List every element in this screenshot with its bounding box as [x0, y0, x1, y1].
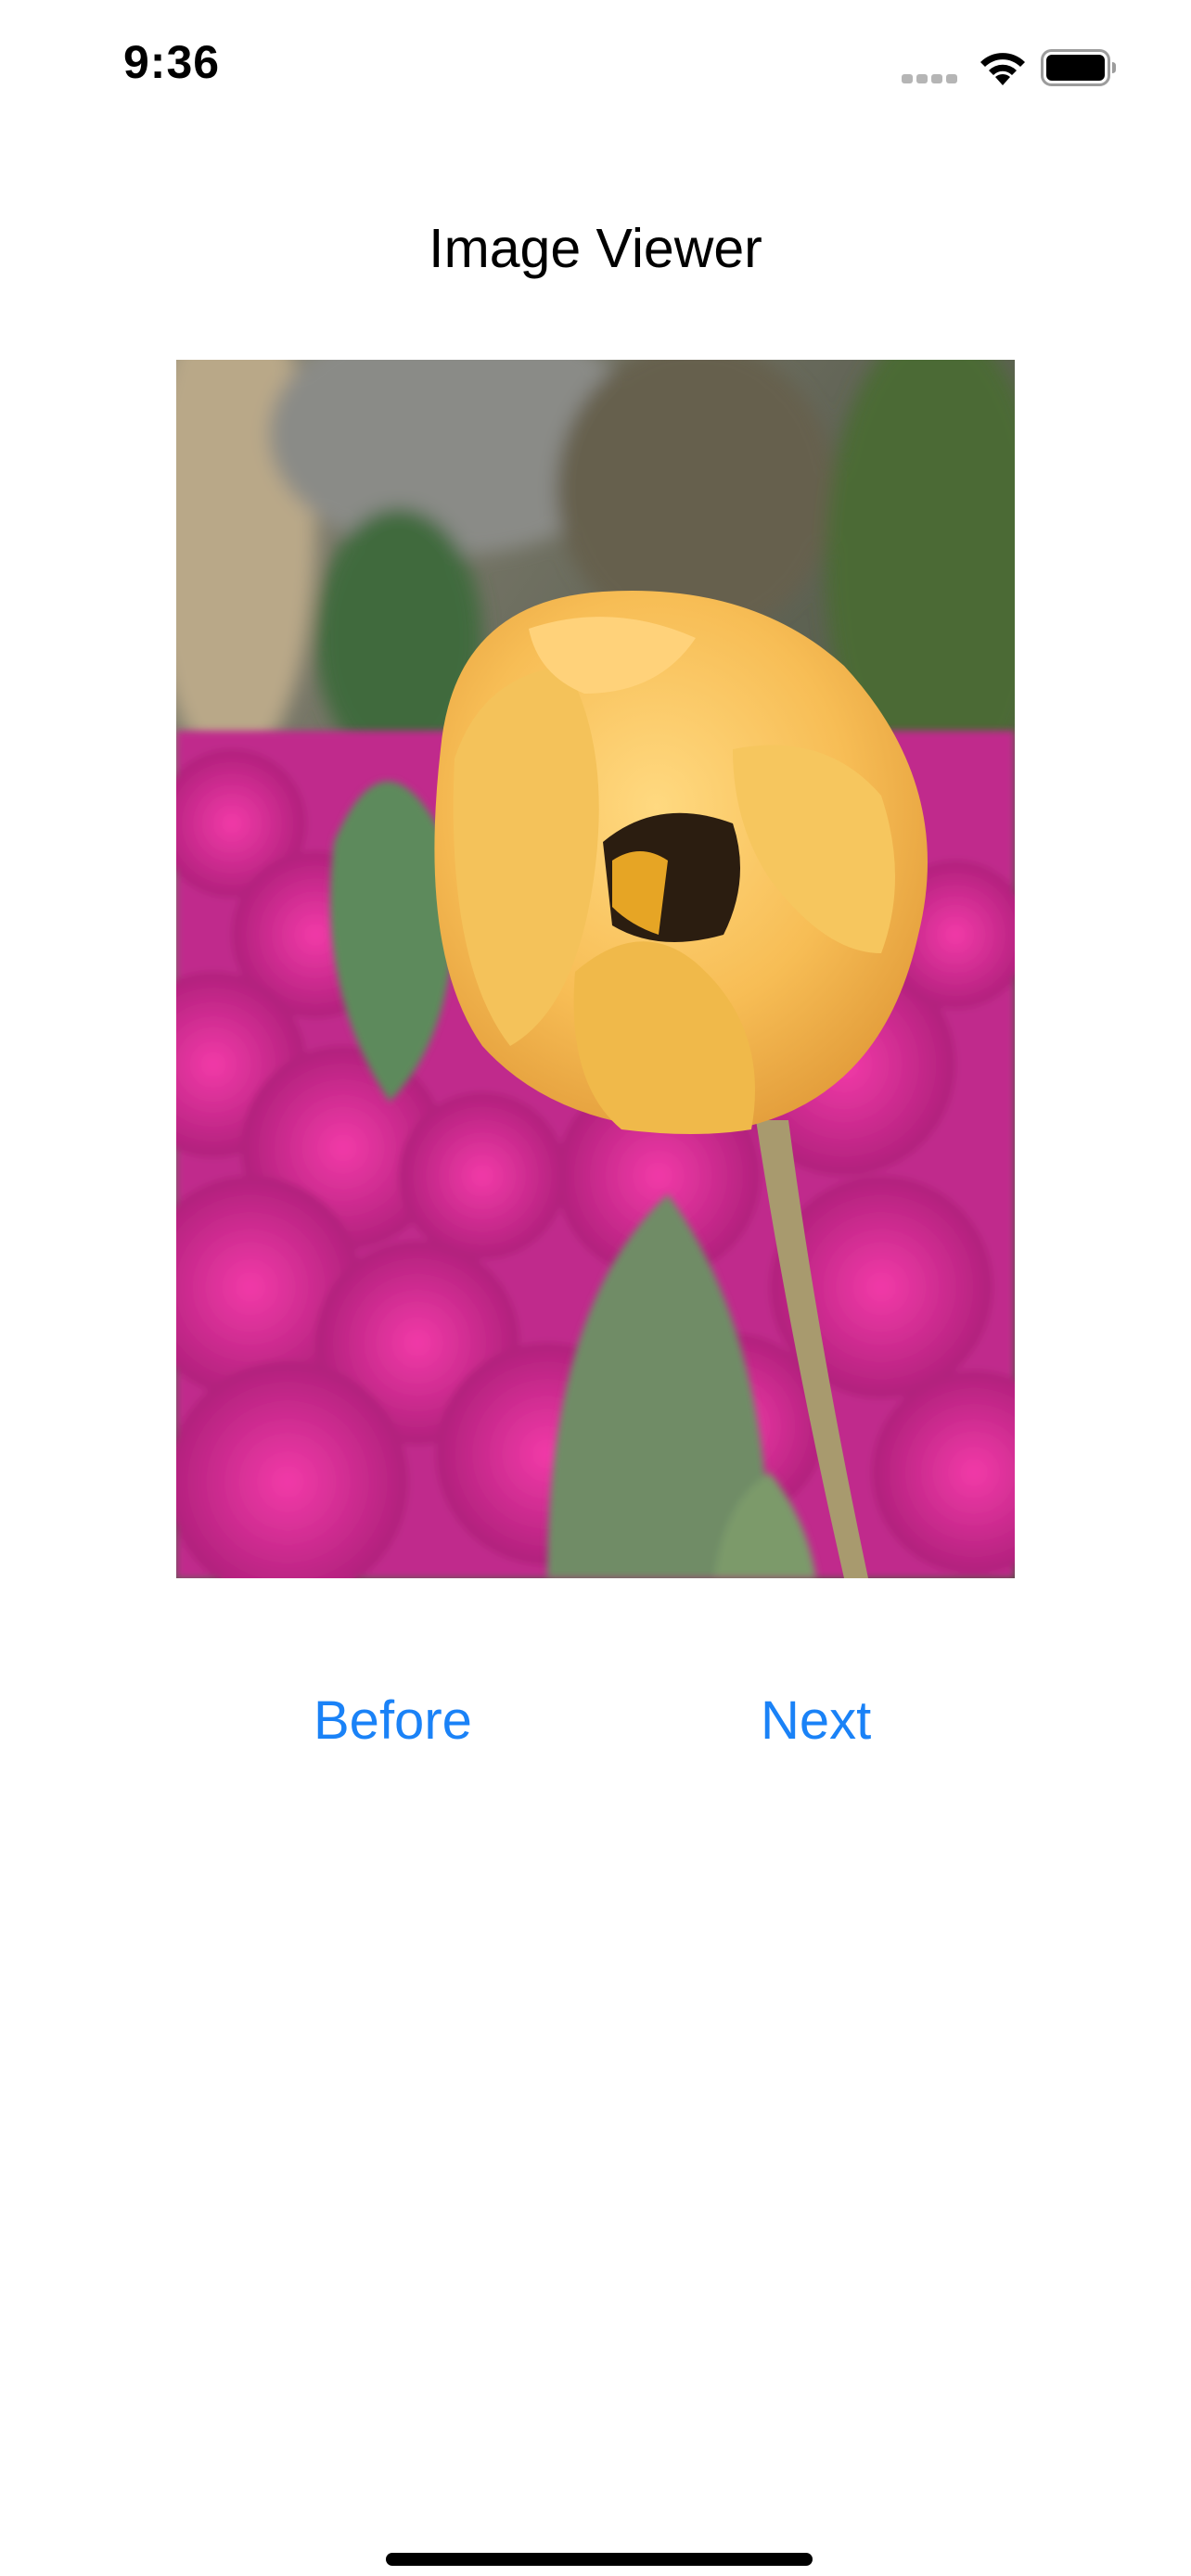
before-button[interactable]: Before: [314, 1690, 472, 1752]
cellular-signal-icon: [902, 74, 957, 83]
home-indicator[interactable]: [386, 2553, 813, 2566]
status-time: 9:36: [123, 36, 221, 88]
flower-photo: [176, 360, 1015, 1578]
wifi-icon: [980, 53, 1025, 85]
battery-icon: [1041, 49, 1116, 86]
tulip-image: [176, 360, 1015, 1578]
next-button[interactable]: Next: [761, 1690, 871, 1752]
page-title: Image Viewer: [429, 218, 762, 279]
